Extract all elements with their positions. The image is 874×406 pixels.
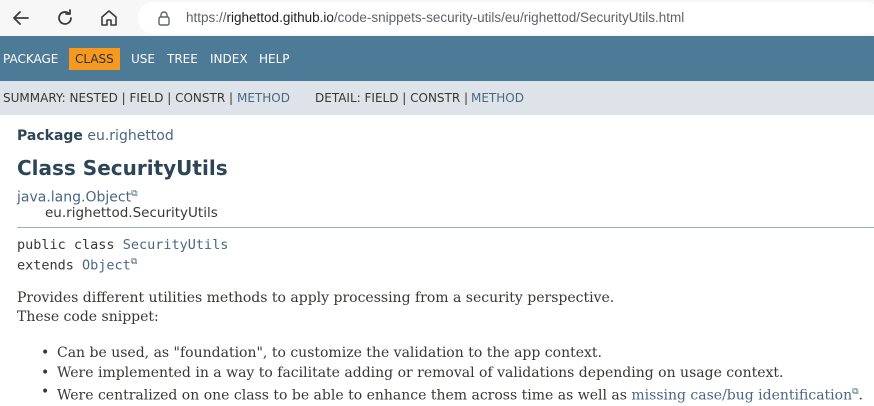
url-text: https://righettod.github.io/code-snippet… (186, 10, 685, 25)
home-button[interactable] (97, 6, 121, 30)
signature-class-name: SecurityUtils (122, 237, 229, 253)
list-item: Can be used, as "foundation", to customi… (37, 344, 863, 364)
top-navigation: PACKAGE CLASS USE TREE INDEX HELP (0, 36, 874, 81)
inheritance-parent: java.lang.Object⧉ (17, 189, 138, 206)
extends-signature: extends Object⧉ (17, 257, 138, 274)
nav-tree[interactable]: TREE (161, 48, 204, 70)
package-link[interactable]: eu.righettod (87, 128, 173, 144)
package-label: Package (17, 128, 83, 144)
address-bar[interactable]: https://righettod.github.io/code-snippet… (138, 2, 874, 34)
arrow-left-icon (13, 11, 29, 25)
back-button[interactable] (9, 6, 33, 30)
description-line-1: Provides different utilities methods to … (17, 290, 615, 306)
page-title: Class SecurityUtils (17, 156, 228, 180)
summary-label: SUMMARY: NESTED | FIELD | CONSTR | (3, 91, 234, 105)
divider (17, 227, 874, 228)
extends-object-link[interactable]: Object (82, 258, 131, 274)
home-icon (101, 10, 117, 26)
nav-help[interactable]: HELP (253, 48, 296, 70)
external-link-icon: ⧉ (130, 257, 138, 267)
detail-method-link[interactable]: METHOD (471, 81, 524, 115)
inheritance-child: eu.righettod.SecurityUtils (45, 205, 218, 221)
sub-navigation: SUMMARY: NESTED | FIELD | CONSTR | METHO… (0, 81, 874, 115)
nav-use[interactable]: USE (125, 48, 161, 70)
nav-class: CLASS (69, 48, 120, 70)
nav-index[interactable]: INDEX (204, 48, 254, 70)
lock-icon[interactable] (156, 10, 172, 26)
description-line-2: These code snippet: (17, 309, 159, 325)
browser-toolbar: https://righettod.github.io/code-snippet… (0, 0, 874, 36)
package-line: Package eu.righettod (17, 128, 174, 144)
description-list: Can be used, as "foundation", to customi… (37, 344, 863, 404)
missing-case-link[interactable]: missing case/bug identification (631, 388, 852, 404)
list-item: Were centralized on one class to be able… (37, 383, 863, 404)
external-link-icon: ⧉ (131, 189, 138, 199)
detail-label: DETAIL: FIELD | CONSTR | (315, 91, 469, 105)
reload-icon (58, 9, 72, 25)
object-link[interactable]: java.lang.Object (17, 190, 131, 206)
reload-button[interactable] (53, 6, 77, 30)
class-signature: public class SecurityUtils (17, 237, 229, 253)
list-item: Were implemented in a way to facilitate … (37, 364, 863, 384)
summary-method-link[interactable]: METHOD (237, 81, 290, 115)
nav-package[interactable]: PACKAGE (0, 48, 64, 70)
